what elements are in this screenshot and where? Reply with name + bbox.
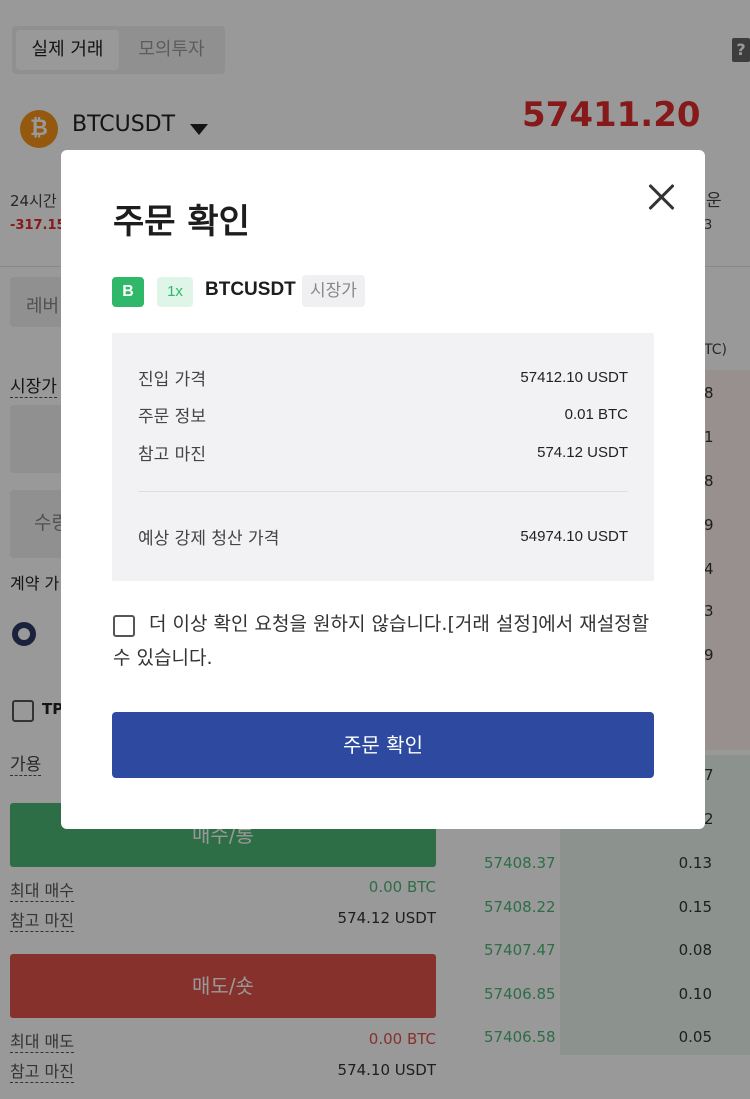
entry-price-value: 57412.10 USDT xyxy=(520,369,628,386)
side-badge: B xyxy=(112,277,144,307)
entry-price-label: 진입 가격 xyxy=(138,370,206,390)
margin-value: 574.12 USDT xyxy=(537,444,628,461)
order-info-label: 주문 정보 xyxy=(138,407,206,427)
leverage-badge: 1x xyxy=(157,277,193,307)
dont-ask-again-checkbox[interactable] xyxy=(113,615,135,637)
liquidation-price-label: 예상 강제 청산 가격 xyxy=(138,529,280,549)
dont-ask-again-text: 더 이상 확인 요청을 원하지 않습니다.[거래 설정]에서 재설정할 수 있습… xyxy=(113,613,650,669)
confirm-order-button[interactable]: 주문 확인 xyxy=(112,712,654,778)
liquidation-price-value: 54974.10 USDT xyxy=(520,528,628,545)
order-confirm-dialog: 주문 확인 B 1x BTCUSDT 시장가 진입 가격 57412.10 US… xyxy=(61,150,705,829)
dialog-title: 주문 확인 xyxy=(113,202,250,242)
details-divider xyxy=(138,491,628,492)
order-type-badge: 시장가 xyxy=(302,275,365,307)
order-symbol: BTCUSDT xyxy=(205,279,296,300)
order-details-panel: 진입 가격 57412.10 USDT 주문 정보 0.01 BTC 참고 마진… xyxy=(112,333,654,581)
order-info-value: 0.01 BTC xyxy=(564,406,628,423)
margin-label: 참고 마진 xyxy=(138,445,206,465)
close-icon[interactable] xyxy=(647,182,677,212)
